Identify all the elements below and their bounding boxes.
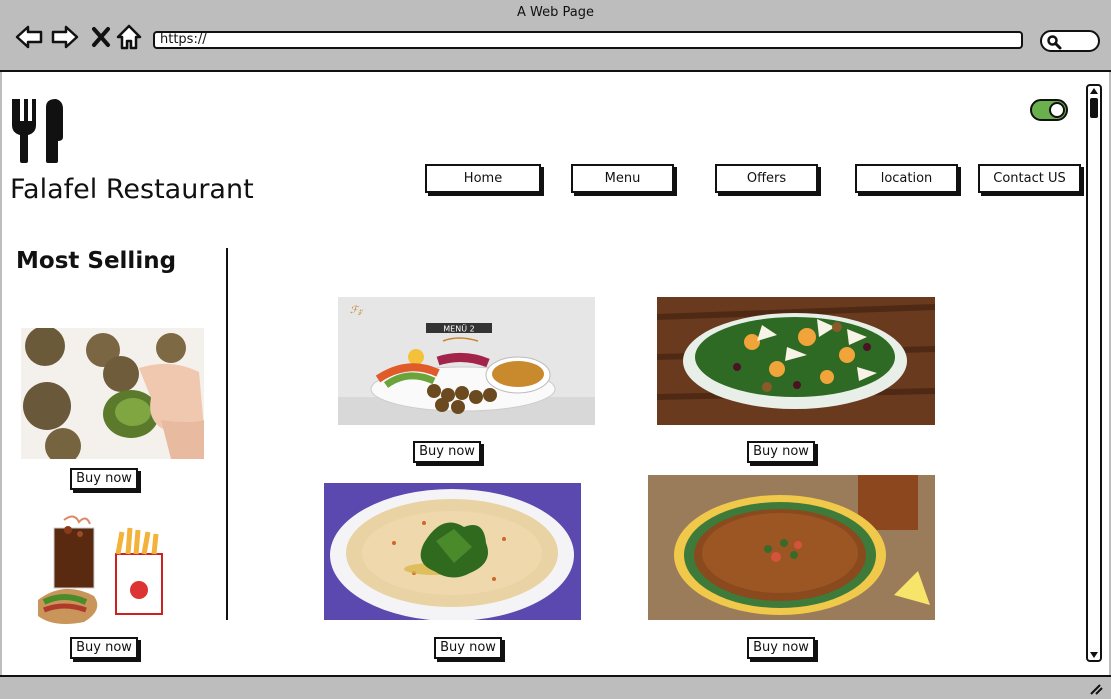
browser-chrome: A Web Page https:// [0, 0, 1111, 72]
buy-now-button[interactable]: Buy now [70, 468, 138, 490]
menu-plate-image: MENÜ 2 ℱ𝓏 [338, 297, 595, 425]
buy-now-button[interactable]: Buy now [434, 637, 502, 659]
nav-offers[interactable]: Offers [715, 164, 818, 193]
buy-now-button[interactable]: Buy now [413, 441, 481, 463]
address-bar[interactable]: https:// [153, 31, 1023, 49]
logo-script-icon: ℱ𝓏 [350, 305, 364, 316]
nav-menu[interactable]: Menu [571, 164, 674, 193]
nav-location[interactable]: location [855, 164, 958, 193]
nav-home[interactable]: Home [425, 164, 541, 193]
nav-contact[interactable]: Contact US [978, 164, 1081, 193]
foul-stew-image [648, 475, 935, 620]
window-title: A Web Page [517, 5, 594, 20]
search-icon [1047, 35, 1062, 50]
buy-now-button[interactable]: Buy now [747, 637, 815, 659]
buy-now-button[interactable]: Buy now [70, 637, 138, 659]
brand-name: Falafel Restaurant [10, 174, 254, 205]
search-field[interactable] [1040, 30, 1100, 52]
buy-now-button[interactable]: Buy now [747, 441, 815, 463]
combo-meal-image [24, 510, 194, 630]
scroll-up-icon[interactable] [1089, 87, 1099, 95]
forward-icon[interactable] [50, 22, 80, 52]
resize-handle-icon[interactable] [1089, 683, 1103, 695]
vertical-scrollbar[interactable] [1086, 84, 1102, 662]
toggle-switch[interactable] [1030, 99, 1068, 121]
scrollbar-thumb[interactable] [1090, 98, 1098, 118]
close-icon[interactable] [86, 22, 116, 52]
back-icon[interactable] [14, 22, 44, 52]
salad-image [657, 297, 935, 425]
sidebar-title: Most Selling [16, 248, 177, 274]
menu-heading: MENÜ 2 [443, 324, 474, 334]
fork-knife-icon [12, 99, 63, 163]
sidebar-divider [226, 248, 228, 620]
toggle-knob [1049, 102, 1065, 118]
scroll-down-icon[interactable] [1089, 651, 1099, 659]
home-icon[interactable] [114, 22, 144, 52]
hummus-image [324, 483, 581, 620]
status-bar [0, 675, 1111, 699]
falafel-image [21, 328, 204, 459]
